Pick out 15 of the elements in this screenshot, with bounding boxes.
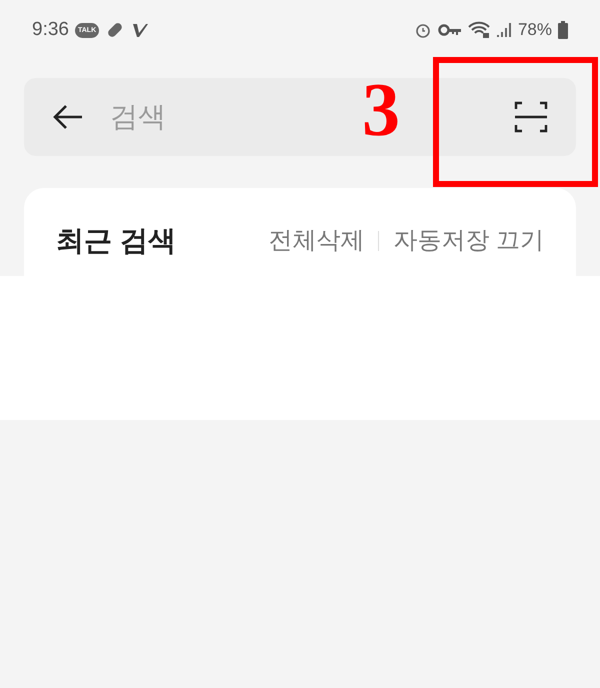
battery-icon bbox=[558, 21, 568, 39]
search-field[interactable]: 검색 bbox=[110, 96, 310, 138]
wifi-icon bbox=[468, 21, 490, 39]
signal-icon bbox=[496, 22, 512, 38]
battery-percent: 78% bbox=[518, 19, 552, 42]
back-icon[interactable] bbox=[52, 103, 84, 131]
recent-action-link[interactable]: 자동저장 끄기 bbox=[393, 223, 544, 259]
status-time: 9:36 bbox=[32, 18, 69, 42]
recent-title: 최근 검색 bbox=[56, 224, 176, 258]
alarm-icon bbox=[414, 21, 432, 39]
search-bar[interactable]: 검색 3 bbox=[24, 78, 576, 156]
check-icon bbox=[131, 22, 150, 38]
recent-action-link[interactable]: 전체삭제 bbox=[268, 223, 364, 259]
scan-icon[interactable] bbox=[514, 101, 548, 133]
key-icon bbox=[438, 23, 462, 37]
